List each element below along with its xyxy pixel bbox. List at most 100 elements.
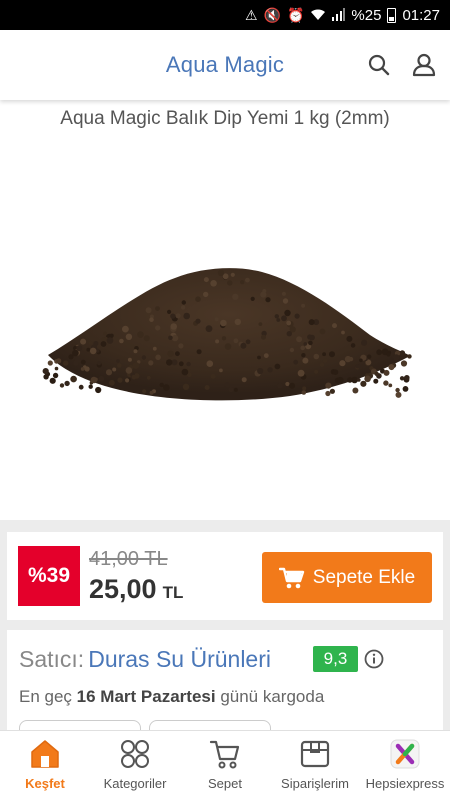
account-button[interactable] xyxy=(409,50,439,80)
pellet xyxy=(276,318,281,322)
pellet xyxy=(395,391,402,398)
nav-label: Keşfet xyxy=(25,776,65,791)
pellet xyxy=(73,360,79,366)
pellet xyxy=(227,280,233,286)
pellet xyxy=(116,359,120,363)
pellet xyxy=(143,335,150,342)
pellet xyxy=(361,339,368,346)
pellet xyxy=(376,349,383,356)
pellet xyxy=(281,315,287,322)
pellet xyxy=(399,376,405,381)
pellet xyxy=(346,335,353,342)
pellet xyxy=(404,375,410,381)
pellet xyxy=(357,378,361,382)
pellet xyxy=(103,331,107,336)
seller-line: Satıcı: Duras Su Ürünleri xyxy=(19,646,271,673)
pellet xyxy=(374,371,379,376)
pellet xyxy=(250,296,255,301)
feature-chip[interactable] xyxy=(19,720,141,730)
battery-icon xyxy=(387,7,397,23)
cart-icon xyxy=(208,737,242,771)
pellet xyxy=(230,272,235,277)
pellet xyxy=(214,317,219,322)
pellet xyxy=(155,306,160,311)
product-image[interactable] xyxy=(0,150,450,520)
battery-percent: %25 xyxy=(351,6,382,24)
pellet xyxy=(350,343,356,348)
pellet xyxy=(56,358,62,364)
pellet xyxy=(388,364,394,370)
nav-categories[interactable]: Kategoriler xyxy=(90,731,180,792)
pellet xyxy=(43,374,49,380)
bottom-navigation: Keşfet Kategoriler Sepet Siparişlerim He… xyxy=(0,730,450,792)
pellet xyxy=(117,363,122,368)
pellet xyxy=(93,341,99,346)
nav-hepsiexpress[interactable]: Hepsiexpress xyxy=(360,731,450,792)
pellet xyxy=(347,377,353,383)
delivery-info: En geç 16 Mart Pazartesi günü kargoda xyxy=(19,687,324,707)
pellet xyxy=(407,354,412,359)
pellet xyxy=(286,331,292,337)
pellet xyxy=(122,325,129,333)
pellet xyxy=(322,352,326,357)
status-bar: ⚠ 🔇 ⏰ %25 01:27 xyxy=(0,0,450,30)
alarm-icon: ⏰ xyxy=(286,7,305,23)
pellet xyxy=(170,323,177,330)
pellet xyxy=(80,338,87,345)
current-price-value: 25,00 xyxy=(89,574,157,604)
pellet xyxy=(59,383,65,388)
hepsiexpress-logo-icon xyxy=(388,737,422,771)
seller-name-link[interactable]: Duras Su Ürünleri xyxy=(88,646,271,672)
pellet xyxy=(245,339,251,345)
pellet xyxy=(341,330,345,335)
search-button[interactable] xyxy=(364,50,394,80)
feature-chip[interactable] xyxy=(149,720,271,730)
seller-label: Satıcı: xyxy=(19,646,85,672)
pellet xyxy=(319,362,325,367)
pellet xyxy=(325,390,331,397)
nav-cart[interactable]: Sepet xyxy=(180,731,270,792)
old-price: 41,00 TL xyxy=(89,548,168,570)
pellet xyxy=(42,368,49,375)
pellet xyxy=(355,364,360,369)
pellet xyxy=(149,317,154,322)
pellet xyxy=(125,367,133,374)
pellet xyxy=(196,349,202,355)
seller-rating-badge: 9,3 xyxy=(313,646,358,672)
nav-label: Kategoriler xyxy=(103,776,167,791)
delivery-date: 16 Mart Pazartesi xyxy=(76,687,216,706)
pellet xyxy=(141,355,147,360)
nav-orders[interactable]: Siparişlerim xyxy=(270,731,360,792)
page-title: Aqua Magic xyxy=(165,52,285,77)
pellet xyxy=(303,342,308,346)
pellet xyxy=(263,353,269,358)
info-icon[interactable] xyxy=(364,649,384,669)
pellet xyxy=(293,359,299,365)
pellet xyxy=(49,377,56,384)
pellet xyxy=(210,280,217,287)
pellet xyxy=(245,277,250,283)
pellet xyxy=(258,322,263,326)
nav-discover[interactable]: Keşfet xyxy=(0,731,90,792)
pellet xyxy=(206,360,214,367)
pellet xyxy=(289,382,296,389)
pellet xyxy=(296,336,303,343)
pellet xyxy=(203,291,209,298)
pellet xyxy=(344,355,352,363)
pellet xyxy=(267,367,273,373)
discount-badge: %39 xyxy=(18,546,80,606)
pellet xyxy=(220,319,227,327)
pellet xyxy=(277,382,283,389)
add-to-cart-button[interactable]: Sepete Ekle xyxy=(262,552,432,603)
pellet xyxy=(204,385,210,390)
pellet xyxy=(195,296,201,302)
pellet xyxy=(241,377,247,383)
pellet xyxy=(373,378,379,384)
pellet xyxy=(155,354,161,361)
search-icon xyxy=(368,54,390,76)
pellet xyxy=(221,336,227,341)
pellet xyxy=(302,386,307,391)
categories-icon xyxy=(118,737,152,771)
pellet xyxy=(282,298,289,304)
pellet xyxy=(329,351,335,358)
